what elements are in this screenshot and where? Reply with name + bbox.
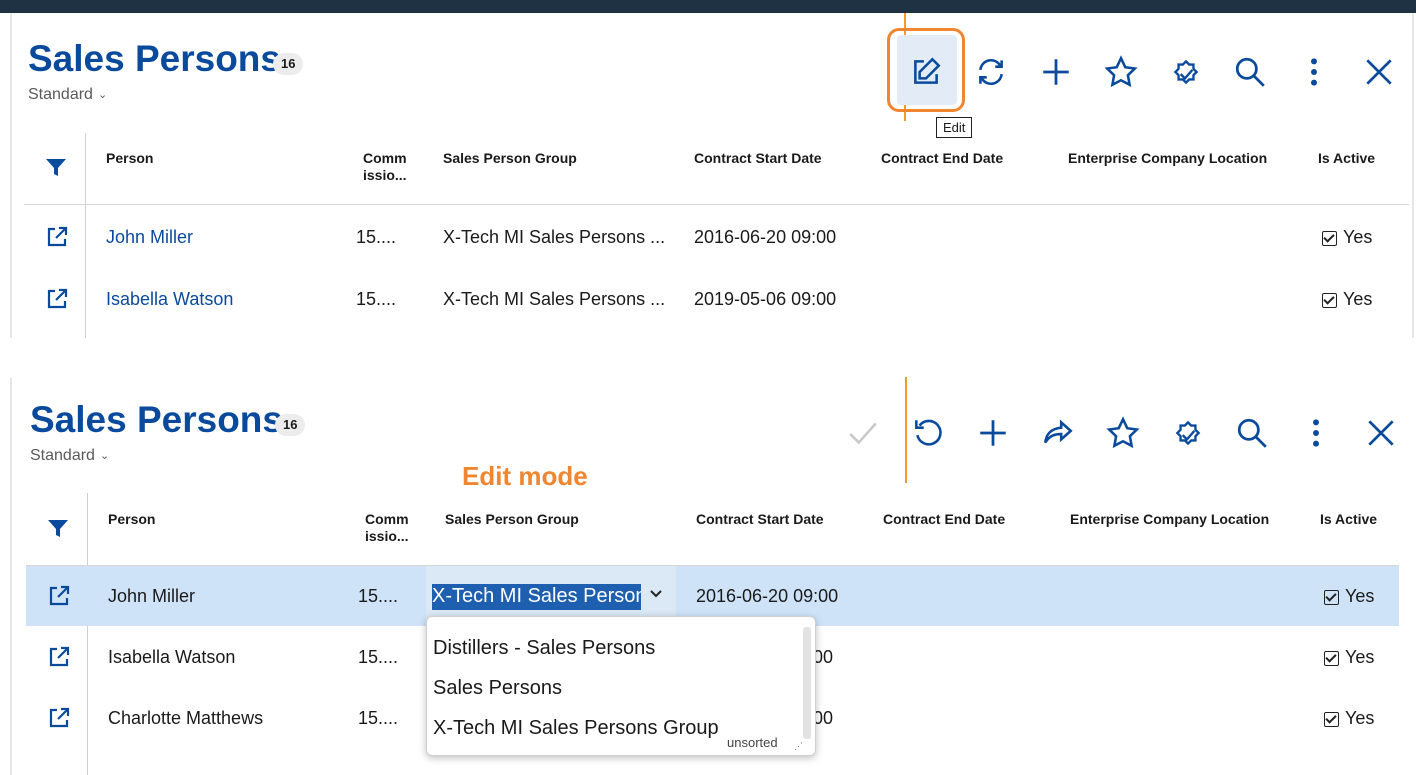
edit-icon[interactable] [904,50,948,94]
is-active-cell[interactable]: Yes [1324,647,1374,668]
column-header-enterprise-company-location[interactable]: Enterprise Company Location [1070,511,1269,528]
filter-icon[interactable] [47,519,69,539]
column-header-sales-person-group[interactable]: Sales Person Group [443,150,577,167]
edit-tooltip: Edit [936,117,973,138]
star-icon[interactable] [1101,411,1145,455]
undo-icon[interactable] [906,411,950,455]
start-date-cell: 2016-06-20 09:00 [694,227,837,247]
header-divider [24,204,1409,205]
is-active-cell: Yes [1322,289,1372,310]
person-link[interactable]: John Miller [106,227,193,248]
variant-selector[interactable]: Standard ⌄ [30,447,109,465]
filter-icon[interactable] [45,158,67,178]
resize-grip-icon[interactable]: ⋰ [794,741,803,752]
badge-check-icon[interactable] [1166,411,1210,455]
column-header-commission[interactable]: Comm issio... [363,150,413,184]
person-cell[interactable]: John Miller [108,586,195,607]
group-dropdown-list[interactable]: Distillers - Sales Persons Sales Persons… [426,616,816,756]
open-external-icon[interactable] [47,706,71,730]
start-date-cell[interactable]: 2016-06-20 09:00 [696,586,838,607]
open-external-icon[interactable] [47,584,71,608]
column-header-sales-person-group[interactable]: Sales Person Group [445,511,579,528]
column-divider [85,133,86,338]
column-divider [87,493,88,775]
is-active-label: Yes [1345,647,1375,667]
is-active-cell: Yes [1322,227,1372,248]
save-check-icon[interactable] [841,411,885,455]
column-header-is-active[interactable]: Is Active [1320,511,1377,528]
commission-cell[interactable]: 15.... [358,647,398,668]
panel-right-border [1412,13,1414,338]
checkbox-checked-icon [1322,292,1337,308]
commission-cell: 15.... [356,227,397,247]
column-header-is-active[interactable]: Is Active [1318,150,1375,167]
more-vertical-icon[interactable] [1292,50,1336,94]
panel-left-border [10,378,12,775]
dropdown-option[interactable]: X-Tech MI Sales Persons Group [433,717,719,740]
commission-cell[interactable]: 15.... [358,586,398,607]
column-header-contract-start-date[interactable]: Contract Start Date [696,511,824,528]
variant-label: Standard [30,447,95,464]
star-icon[interactable] [1099,50,1143,94]
add-icon[interactable] [1034,50,1078,94]
more-vertical-icon[interactable] [1294,411,1338,455]
page-title: Sales Persons [30,399,283,440]
record-count-badge: 16 [275,414,306,436]
dropdown-option[interactable]: Sales Persons [433,677,562,700]
chevron-down-icon: ⌄ [99,450,110,463]
column-header-contract-start-date[interactable]: Contract Start Date [694,150,822,167]
search-icon[interactable] [1228,50,1272,94]
group-cell: X-Tech MI Sales Persons ... [443,227,666,247]
checkbox-checked-icon [1322,230,1337,246]
dropdown-scrollbar[interactable] [803,627,811,739]
column-header-contract-end-date[interactable]: Contract End Date [881,150,1003,167]
is-active-cell[interactable]: Yes [1324,586,1374,607]
column-header-commission[interactable]: Comm issio... [365,511,415,545]
edit-mode-label: Edit mode [462,461,588,491]
person-link[interactable]: Isabella Watson [106,289,233,310]
add-icon[interactable] [971,411,1015,455]
share-icon[interactable] [1036,411,1080,455]
dropdown-option[interactable]: Distillers - Sales Persons [433,637,655,660]
chevron-down-icon[interactable] [648,586,664,602]
commission-cell[interactable]: 15.... [358,708,398,729]
column-header-enterprise-company-location[interactable]: Enterprise Company Location [1068,150,1267,167]
is-active-label: Yes [1343,227,1373,247]
badge-check-icon[interactable] [1164,50,1208,94]
start-date-cell-partial[interactable]: 00 [813,708,833,729]
group-input-selection[interactable]: X-Tech MI Sales Persons [432,584,641,610]
column-header-contract-end-date[interactable]: Contract End Date [883,511,1005,528]
close-icon[interactable] [1359,411,1403,455]
is-active-label: Yes [1343,289,1373,309]
checkbox-checked-icon[interactable] [1324,711,1339,727]
person-cell[interactable]: Isabella Watson [108,647,235,668]
chevron-down-icon: ⌄ [97,89,108,102]
column-header-person[interactable]: Person [108,511,155,528]
variant-selector[interactable]: Standard ⌄ [28,86,107,104]
checkbox-checked-icon[interactable] [1324,650,1339,666]
group-input-value[interactable]: X-Tech MI Sales Persons [432,585,641,608]
start-date-cell: 2019-05-06 09:00 [694,289,837,309]
is-active-label: Yes [1345,586,1375,606]
panel-left-border [10,13,12,338]
start-date-cell-partial[interactable]: 00 [813,647,833,668]
search-icon[interactable] [1230,411,1274,455]
record-count-badge: 16 [273,53,304,75]
person-cell[interactable]: Charlotte Matthews [108,708,263,729]
open-external-icon[interactable] [47,645,71,669]
commission-cell: 15.... [356,289,397,309]
close-icon[interactable] [1357,50,1401,94]
checkbox-checked-icon[interactable] [1324,589,1339,605]
open-external-icon[interactable] [45,225,69,249]
open-external-icon[interactable] [45,287,69,311]
page-title: Sales Persons [28,38,281,79]
group-cell: X-Tech MI Sales Persons ... [443,289,666,309]
sort-status-label: unsorted [727,735,778,750]
is-active-cell[interactable]: Yes [1324,708,1374,729]
refresh-icon[interactable] [969,50,1013,94]
app-top-bar [0,0,1416,13]
variant-label: Standard [28,86,93,103]
is-active-label: Yes [1345,708,1375,728]
column-header-person[interactable]: Person [106,150,153,167]
